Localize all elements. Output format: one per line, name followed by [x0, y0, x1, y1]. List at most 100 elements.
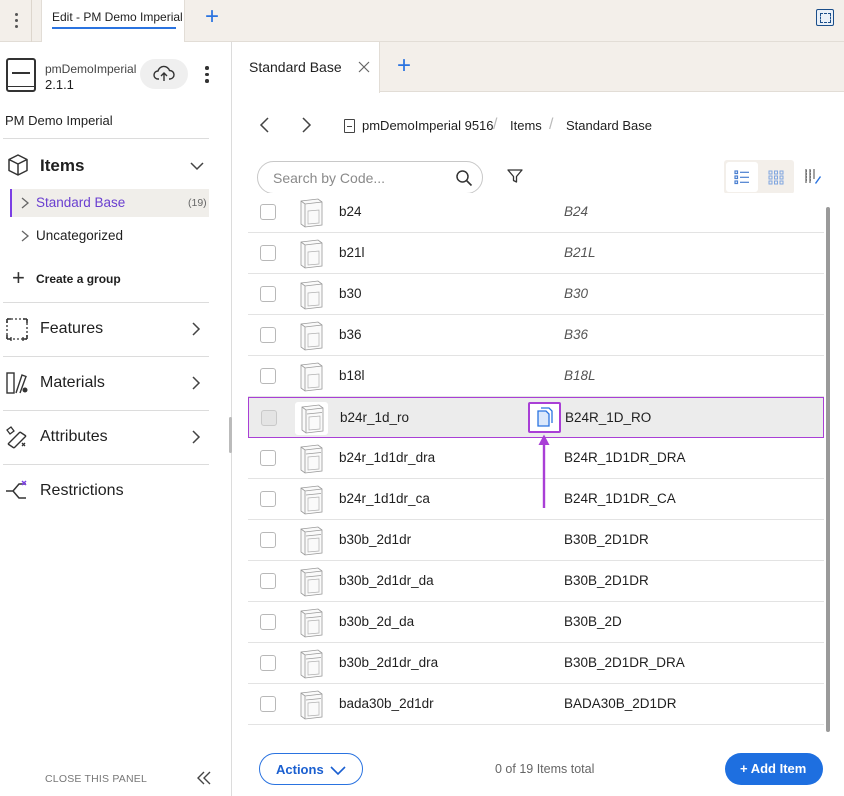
item-name: B24R_1D1DR_CA	[564, 491, 676, 506]
chevron-down-icon[interactable]	[190, 159, 204, 173]
cabinet-thumbnail-icon	[294, 524, 327, 557]
grid-view-icon	[768, 170, 784, 185]
table-row[interactable]: b30b_2d1dr_da B30B_2D1DR	[248, 561, 824, 602]
table-row[interactable]: b30b_2d1dr B30B_2D1DR	[248, 520, 824, 561]
breadcrumb-library[interactable]: pmDemoImperial 9516	[362, 118, 494, 133]
nav-label: Restrictions	[40, 482, 124, 499]
table-row[interactable]: b24r_1d_ro B24R_1D_RO	[248, 397, 824, 438]
copy-code-button[interactable]	[528, 402, 561, 433]
table-row[interactable]: b24r_1d1dr_dra B24R_1D1DR_DRA	[248, 438, 824, 479]
row-checkbox[interactable]	[260, 327, 276, 343]
nav-item-restrictions[interactable]: Restrictions	[4, 476, 209, 506]
search-field[interactable]	[257, 161, 483, 194]
copy-icon	[537, 407, 553, 427]
divider	[3, 464, 209, 465]
row-checkbox[interactable]	[260, 573, 276, 589]
cloud-upload-icon	[153, 65, 175, 81]
close-panel-link[interactable]: CLOSE THIS PANEL	[45, 773, 147, 785]
item-code: b24r_1d_ro	[340, 410, 410, 425]
table-row[interactable]: bada30b_2d1dr BADA30B_2D1DR	[248, 684, 824, 725]
list-scrollbar[interactable]	[826, 207, 830, 732]
library-menu-kebab-icon[interactable]	[202, 66, 212, 84]
nav-item-features[interactable]: Features	[4, 314, 209, 344]
item-name: BADA30B_2D1DR	[564, 696, 677, 711]
cabinet-thumbnail-icon	[295, 402, 328, 435]
plus-icon: +	[12, 265, 25, 290]
item-name: B30B_2D1DR_DRA	[564, 655, 685, 670]
new-tab-plus-icon[interactable]: +	[397, 54, 411, 78]
cloud-upload-button[interactable]	[140, 59, 188, 89]
item-code: b30b_2d_da	[339, 614, 415, 629]
breadcrumb-items[interactable]: Items	[510, 118, 542, 133]
row-checkbox[interactable]	[260, 368, 276, 384]
breadcrumb-separator: /	[549, 116, 554, 133]
group-count: (19)	[188, 197, 207, 209]
item-code: b36	[339, 327, 362, 342]
row-checkbox[interactable]	[260, 532, 276, 548]
cabinet-thumbnail-icon	[294, 483, 327, 516]
group-item-standard-base[interactable]: Standard Base (19)	[10, 189, 209, 217]
group-label: Uncategorized	[36, 228, 124, 243]
divider	[3, 302, 209, 303]
row-checkbox[interactable]	[260, 286, 276, 302]
nav-label: Features	[40, 320, 104, 337]
divider	[31, 0, 32, 42]
row-checkbox[interactable]	[260, 491, 276, 507]
tab-edit-project[interactable]: Edit - PM Demo Imperial	[41, 0, 185, 42]
table-row[interactable]: b30 B30	[248, 274, 824, 315]
search-icon[interactable]	[455, 169, 473, 187]
column-settings-icon[interactable]	[804, 167, 822, 185]
row-checkbox[interactable]	[261, 410, 277, 426]
divider	[3, 356, 209, 357]
cabinet-thumbnail-icon	[294, 237, 327, 270]
row-checkbox[interactable]	[260, 450, 276, 466]
library-book-icon	[6, 58, 36, 92]
item-name: B30B_2D1DR	[564, 573, 649, 588]
nav-item-materials[interactable]: Materials	[4, 368, 209, 398]
cube-icon	[8, 154, 28, 176]
cabinet-thumbnail-icon	[294, 360, 327, 393]
row-checkbox[interactable]	[260, 696, 276, 712]
app-menu-kebab-icon[interactable]	[9, 10, 23, 30]
actions-dropdown-button[interactable]: Actions	[259, 753, 363, 785]
new-tab-plus-icon[interactable]: +	[202, 5, 222, 29]
row-checkbox[interactable]	[260, 204, 276, 220]
filter-icon[interactable]	[507, 168, 523, 184]
table-row[interactable]: b18l B18L	[248, 356, 824, 397]
item-name: B30B_2D	[564, 614, 622, 629]
item-code: b24r_1d1dr_ca	[339, 491, 430, 506]
close-icon[interactable]	[358, 61, 370, 73]
search-input[interactable]	[273, 169, 443, 187]
breadcrumb-current: Standard Base	[566, 118, 653, 133]
panel-resize-handle[interactable]	[229, 417, 232, 453]
items-section-title[interactable]: Items	[40, 156, 84, 176]
table-row[interactable]: b21l B21L	[248, 233, 824, 274]
row-checkbox[interactable]	[260, 245, 276, 261]
window-screenshot-icon[interactable]	[816, 9, 834, 26]
cabinet-thumbnail-icon	[294, 278, 327, 311]
table-row[interactable]: b36 B36	[248, 315, 824, 356]
row-checkbox[interactable]	[260, 655, 276, 671]
group-item-uncategorized[interactable]: Uncategorized	[10, 222, 209, 248]
list-view-button[interactable]	[726, 162, 758, 192]
create-group-button[interactable]: + Create a group	[12, 265, 202, 290]
table-row[interactable]: b30b_2d_da B30B_2D	[248, 602, 824, 643]
restrictions-icon	[6, 480, 27, 499]
row-checkbox[interactable]	[260, 614, 276, 630]
table-row[interactable]: b30b_2d1dr_dra B30B_2D1DR_DRA	[248, 643, 824, 684]
grid-view-button[interactable]	[760, 162, 792, 192]
back-arrow-icon[interactable]	[259, 117, 271, 133]
table-row[interactable]: b24 B24	[248, 193, 824, 233]
items-count: 0 of 19 Items total	[495, 762, 595, 776]
item-code: b21l	[339, 245, 365, 260]
double-chevron-left-icon[interactable]	[196, 770, 212, 786]
table-row[interactable]: b24r_1d1dr_ca B24R_1D1DR_CA	[248, 479, 824, 520]
item-name: B18L	[564, 368, 596, 383]
create-group-label: Create a group	[36, 272, 121, 286]
tab-standard-base[interactable]: Standard Base	[233, 42, 380, 93]
nav-item-attributes[interactable]: Attributes	[4, 422, 209, 452]
cabinet-thumbnail-icon	[294, 319, 327, 352]
add-item-button[interactable]: + Add Item	[725, 753, 823, 785]
forward-arrow-icon[interactable]	[300, 117, 312, 133]
item-code: b30	[339, 286, 362, 301]
